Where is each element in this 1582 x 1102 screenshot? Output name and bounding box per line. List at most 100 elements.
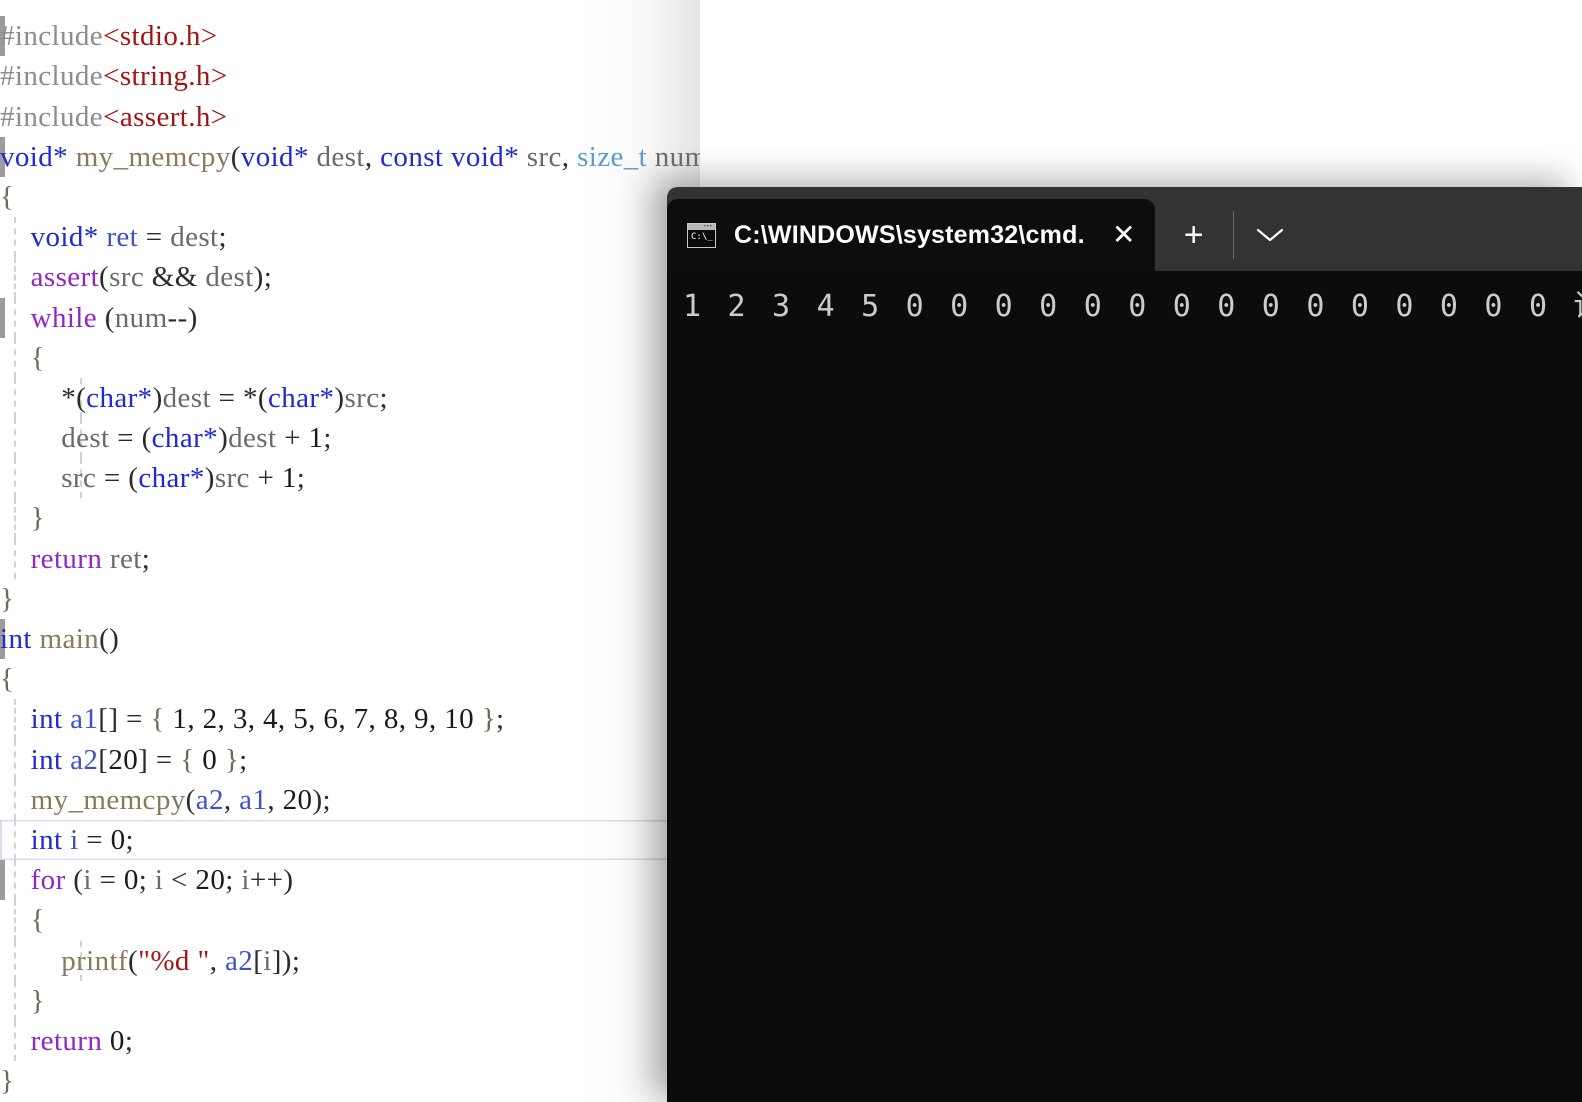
new-tab-button[interactable]: +: [1155, 199, 1233, 271]
code-token: for: [30, 864, 66, 897]
code-line[interactable]: void* my_memcpy(void* dest, const void* …: [0, 136, 700, 177]
code-line[interactable]: }: [0, 980, 700, 1021]
code-token: i: [70, 823, 79, 856]
code-line[interactable]: #include<stdio.h>: [0, 16, 700, 57]
terminal-tab-title: C:\WINDOWS\system32\cmd.: [734, 220, 1085, 249]
code-token: char*: [138, 462, 205, 495]
code-line-text: {: [0, 342, 45, 374]
code-token: src: [344, 381, 380, 414]
code-token: +: [249, 462, 282, 495]
code-token: {: [0, 663, 15, 696]
terminal-titlebar[interactable]: ••• C:\_ C:\WINDOWS\system32\cmd. ✕ +: [667, 187, 1582, 271]
code-token: src: [214, 462, 250, 495]
code-line-text: return 0;: [0, 1025, 133, 1057]
code-line-text: int a1[] = { 1, 2, 3, 4, 5, 6, 7, 8, 9, …: [0, 703, 504, 735]
code-line-text: dest = (char*)dest + 1;: [0, 422, 332, 454]
code-line[interactable]: {: [0, 659, 700, 699]
code-line[interactable]: }: [0, 579, 700, 619]
code-line[interactable]: src = (char*)src + 1;: [0, 458, 700, 499]
code-token: a1: [70, 703, 99, 736]
terminal-tab-strip[interactable]: ••• C:\_ C:\WINDOWS\system32\cmd. ✕ +: [667, 199, 1306, 271]
code-line[interactable]: return ret;: [0, 538, 700, 579]
code-token: 20: [195, 864, 226, 897]
close-icon[interactable]: ✕: [1107, 221, 1141, 249]
code-token: [: [98, 743, 109, 776]
code-line[interactable]: return 0;: [0, 1020, 700, 1062]
code-token: ;: [225, 864, 242, 897]
code-line[interactable]: void* ret = dest;: [0, 217, 700, 258]
chevron-down-icon[interactable]: [1234, 199, 1306, 271]
code-line[interactable]: int a2[20] = { 0 };: [0, 739, 700, 780]
code-line[interactable]: {: [0, 900, 700, 941]
code-editor-pane[interactable]: #include<stdio.h> #include<string.h> #incl…: [0, 0, 700, 1102]
code-token: 1: [281, 462, 297, 495]
code-line-text: int main(): [0, 623, 119, 655]
terminal-console-area[interactable]: 1 2 3 4 5 0 0 0 0 0 0 0 0 0 0 0 0 0 0 0 …: [667, 271, 1582, 1102]
code-line-text: }: [0, 1065, 14, 1097]
windows-terminal-window[interactable]: ••• C:\_ C:\WINDOWS\system32\cmd. ✕ + 1 …: [667, 187, 1582, 1102]
code-line[interactable]: printf("%d ", a2[i]);: [0, 940, 700, 981]
code-token: void*: [0, 140, 69, 173]
code-token: (: [99, 261, 110, 294]
code-token: {: [30, 904, 45, 937]
code-token: dest: [205, 261, 254, 294]
code-token: }: [30, 984, 45, 1017]
code-line-text: #include<string.h>: [0, 60, 228, 92]
code-line[interactable]: {: [0, 337, 700, 378]
code-token: ;: [138, 864, 155, 897]
code-token: ;: [496, 703, 505, 736]
terminal-tab-cmd[interactable]: ••• C:\_ C:\WINDOWS\system32\cmd. ✕: [667, 199, 1155, 271]
code-line[interactable]: [0, 0, 700, 16]
code-token: ): [204, 462, 215, 495]
code-line[interactable]: }: [0, 498, 700, 539]
code-line-text: }: [0, 985, 45, 1017]
code-token: =: [138, 221, 171, 254]
code-token: src: [109, 261, 145, 294]
code-line[interactable]: dest = (char*)dest + 1;: [0, 418, 700, 459]
code-token: size_t: [577, 140, 648, 173]
code-token: (: [97, 301, 115, 334]
code-line-text: int i = 0;: [0, 824, 134, 856]
code-token: ,: [561, 140, 578, 173]
code-line[interactable]: assert(src && dest);: [0, 257, 700, 298]
code-token: --): [167, 301, 198, 334]
code-token: dest: [316, 140, 365, 173]
code-line-text: }: [0, 502, 45, 534]
code-line[interactable]: int i = 0;: [0, 819, 700, 861]
code-line[interactable]: *(char*)dest = *(char*)src;: [0, 377, 700, 419]
code-token: (): [99, 623, 120, 655]
code-token: my_memcpy: [75, 140, 231, 173]
code-token: (: [230, 140, 241, 173]
code-line-text: {: [0, 904, 45, 936]
code-token: }: [481, 703, 497, 736]
code-line[interactable]: int a1[] = { 1, 2, 3, 4, 5, 6, 7, 8, 9, …: [0, 699, 700, 740]
code-token: char*: [86, 381, 153, 414]
code-line[interactable]: #include<assert.h>: [0, 97, 700, 137]
code-line[interactable]: #include<string.h>: [0, 56, 700, 96]
code-line[interactable]: my_memcpy(a2, a1, 20);: [0, 779, 700, 820]
code-token: assert: [30, 261, 100, 294]
code-line[interactable]: {: [0, 177, 700, 217]
code-line[interactable]: int main(): [0, 619, 700, 660]
code-token: ;: [296, 462, 306, 495]
code-token: }: [224, 743, 240, 776]
code-token: );: [312, 783, 331, 816]
code-line[interactable]: while (num--): [0, 297, 700, 338]
code-lines-container[interactable]: #include<stdio.h> #include<string.h> #incl…: [0, 0, 700, 1101]
code-token: void*: [451, 140, 520, 173]
code-token: <assert.h>: [103, 100, 228, 133]
code-line-text: printf("%d ", a2[i]);: [0, 945, 300, 977]
code-line[interactable]: for (i = 0; i < 20; i++): [0, 860, 700, 901]
code-line[interactable]: }: [0, 1061, 700, 1101]
code-token: dest: [228, 422, 277, 455]
code-token: ;: [239, 743, 248, 776]
